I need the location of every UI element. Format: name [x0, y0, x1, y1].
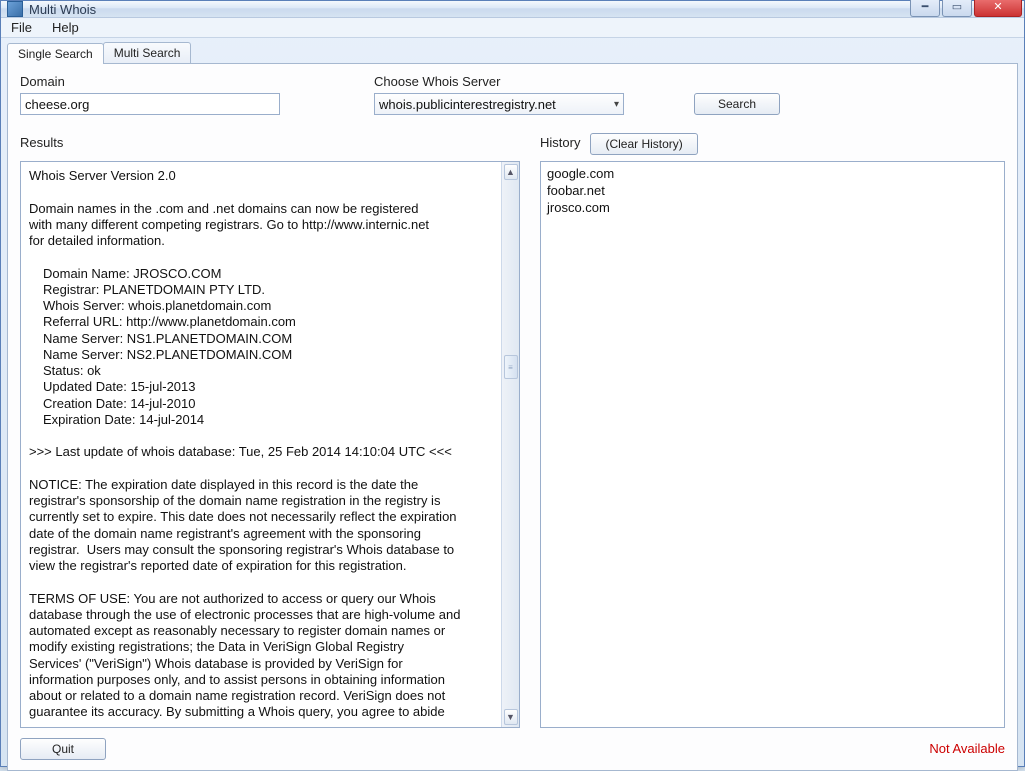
server-label: Choose Whois Server: [374, 74, 1005, 89]
chevron-down-icon: ▾: [614, 99, 619, 110]
list-item[interactable]: jrosco.com: [547, 200, 998, 217]
minimize-button[interactable]: ━: [910, 0, 940, 17]
scroll-thumb[interactable]: ≡: [504, 355, 518, 379]
titlebar[interactable]: Multi Whois ━ ▭ ✕: [1, 1, 1024, 18]
domain-label: Domain: [20, 74, 350, 89]
results-label: Results: [20, 135, 520, 150]
server-select[interactable]: whois.publicinterestregistry.net ▾: [374, 93, 624, 115]
scroll-down-icon[interactable]: ▼: [504, 709, 518, 725]
scroll-up-icon[interactable]: ▲: [504, 164, 518, 180]
tab-page-single: Domain Choose Whois Server whois.publici…: [7, 63, 1018, 771]
results-panel: Whois Server Version 2.0 Domain names in…: [20, 161, 520, 728]
maximize-button[interactable]: ▭: [942, 0, 972, 17]
results-text[interactable]: Whois Server Version 2.0 Domain names in…: [21, 162, 501, 727]
scroll-track[interactable]: ≡: [504, 182, 518, 707]
clear-history-button[interactable]: (Clear History): [590, 133, 697, 155]
list-item[interactable]: foobar.net: [547, 183, 998, 200]
menu-file[interactable]: File: [7, 18, 36, 37]
app-window: Multi Whois ━ ▭ ✕ File Help Single Searc…: [0, 0, 1025, 767]
history-label: History: [540, 135, 580, 150]
tab-strip: Single Search Multi Search: [1, 38, 1024, 63]
server-select-value: whois.publicinterestregistry.net: [379, 97, 556, 112]
history-list[interactable]: google.com foobar.net jrosco.com: [540, 161, 1005, 728]
menu-bar: File Help: [1, 18, 1024, 38]
results-scrollbar[interactable]: ▲ ≡ ▼: [501, 162, 519, 727]
status-text: Not Available: [929, 741, 1005, 756]
quit-button[interactable]: Quit: [20, 738, 106, 760]
window-title: Multi Whois: [29, 2, 96, 17]
search-button[interactable]: Search: [694, 93, 780, 115]
list-item[interactable]: google.com: [547, 166, 998, 183]
tab-multi-search[interactable]: Multi Search: [103, 42, 192, 63]
app-icon: [7, 1, 23, 17]
domain-input[interactable]: [20, 93, 280, 115]
close-button[interactable]: ✕: [974, 0, 1022, 17]
window-controls: ━ ▭ ✕: [910, 0, 1022, 17]
menu-help[interactable]: Help: [48, 18, 83, 37]
tab-single-search[interactable]: Single Search: [7, 43, 104, 64]
